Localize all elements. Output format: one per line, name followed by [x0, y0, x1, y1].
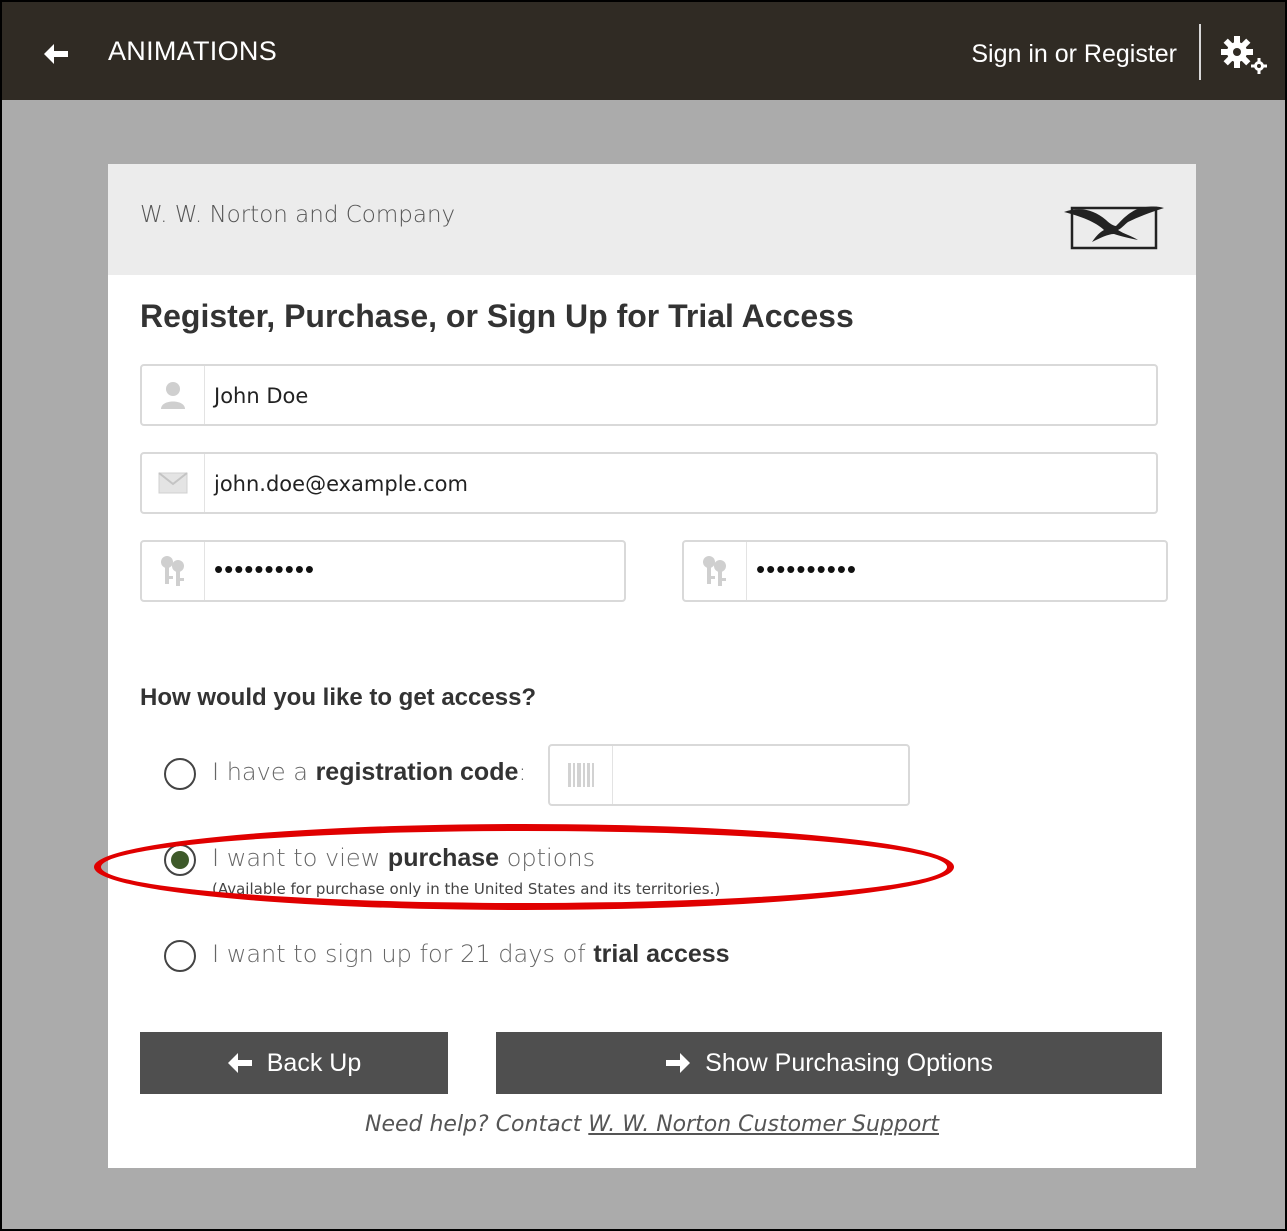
keys-icon	[142, 542, 205, 600]
confirm-password-value: ••••••••••	[756, 554, 858, 584]
customer-support-link[interactable]: W. W. Norton Customer Support	[588, 1112, 939, 1137]
radio-registration-code[interactable]	[164, 758, 196, 790]
access-question: How would you like to get access?	[140, 684, 537, 711]
option-trial-label: I want to sign up for 21 days of trial a…	[212, 940, 730, 968]
show-purchasing-options-label: Show Purchasing Options	[705, 1048, 993, 1077]
keys-icon	[684, 542, 747, 600]
purchase-availability-note: (Available for purchase only in the Unit…	[212, 880, 721, 898]
radio-purchase[interactable]	[164, 844, 196, 876]
arrow-right-icon	[665, 1052, 691, 1074]
back-up-label: Back Up	[266, 1048, 362, 1077]
sign-in-register-link[interactable]: Sign in or Register	[971, 40, 1177, 69]
barcode-icon	[550, 746, 613, 804]
top-bar: ANIMATIONS Sign in or Register	[2, 2, 1285, 100]
option-registration-code-label: I have a registration code:	[212, 758, 527, 786]
gears-icon[interactable]	[1219, 32, 1271, 76]
arrow-left-icon[interactable]	[38, 36, 74, 72]
confirm-password-field[interactable]: ••••••••••	[682, 540, 1168, 602]
password-field[interactable]: ••••••••••	[140, 540, 626, 602]
card-header: W. W. Norton and Company	[108, 164, 1196, 275]
email-value: john.doe@example.com	[214, 472, 468, 496]
app-title: ANIMATIONS	[108, 36, 278, 66]
page-heading: Register, Purchase, or Sign Up for Trial…	[140, 298, 854, 334]
topbar-divider	[1199, 24, 1201, 80]
registration-card: W. W. Norton and Company Register, Purch…	[108, 164, 1196, 1168]
norton-logo	[1062, 200, 1166, 257]
help-text: Need help? Contact W. W. Norton Customer…	[364, 1112, 939, 1137]
arrow-left-icon	[227, 1052, 253, 1074]
publisher-name: W. W. Norton and Company	[140, 202, 456, 228]
registration-code-field[interactable]	[548, 744, 910, 806]
back-up-button[interactable]: Back Up	[140, 1032, 448, 1094]
radio-trial[interactable]	[164, 940, 196, 972]
user-icon	[142, 366, 205, 424]
show-purchasing-options-button[interactable]: Show Purchasing Options	[496, 1032, 1162, 1094]
name-value: John Doe	[214, 384, 309, 408]
page-frame: ANIMATIONS Sign in or Register W. W. Nor…	[0, 0, 1287, 1231]
envelope-icon	[142, 454, 205, 512]
password-value: ••••••••••	[214, 554, 316, 584]
email-field[interactable]: john.doe@example.com	[140, 452, 1158, 514]
name-field[interactable]: John Doe	[140, 364, 1158, 426]
option-purchase-label: I want to view purchase options	[212, 844, 596, 872]
